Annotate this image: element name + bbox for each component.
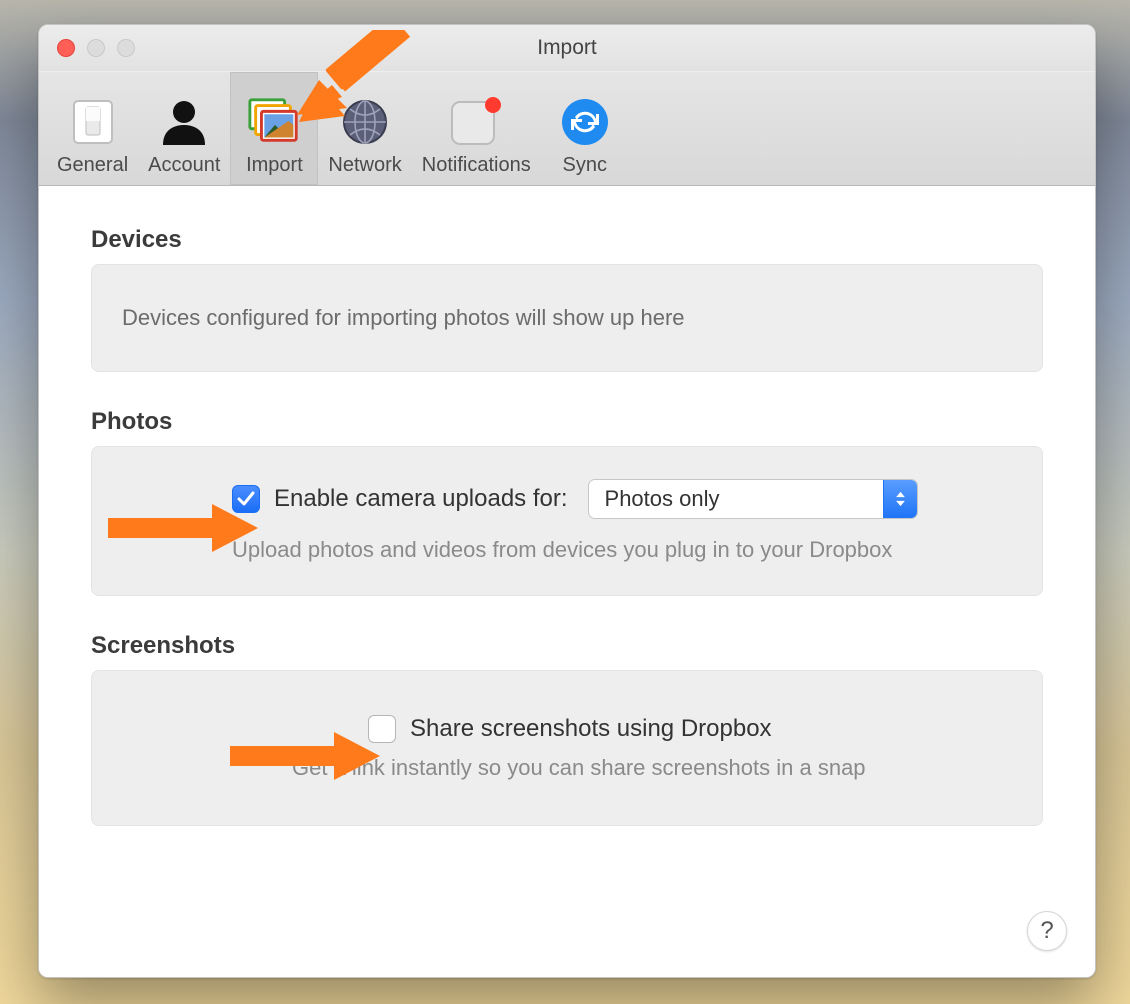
help-button[interactable]: ? bbox=[1027, 911, 1067, 951]
preferences-toolbar: General Account bbox=[39, 71, 1095, 186]
globe-icon bbox=[337, 94, 393, 150]
tab-account[interactable]: Account bbox=[138, 72, 230, 185]
tab-label: Import bbox=[246, 154, 303, 177]
screenshots-help-text: Get a link instantly so you can share sc… bbox=[122, 755, 1012, 781]
switch-icon bbox=[65, 94, 121, 150]
share-screenshots-label: Share screenshots using Dropbox bbox=[410, 715, 772, 743]
camera-uploads-label: Enable camera uploads for: bbox=[274, 485, 568, 513]
tab-sync[interactable]: Sync bbox=[541, 72, 629, 185]
tab-label: General bbox=[57, 154, 128, 177]
tab-label: Notifications bbox=[422, 154, 531, 177]
sync-icon bbox=[557, 94, 613, 150]
devices-placeholder: Devices configured for importing photos … bbox=[122, 305, 685, 330]
window-controls bbox=[57, 39, 135, 57]
tab-label: Sync bbox=[562, 154, 606, 177]
tab-label: Network bbox=[328, 154, 401, 177]
zoom-button[interactable] bbox=[117, 39, 135, 57]
minimize-button[interactable] bbox=[87, 39, 105, 57]
tab-general[interactable]: General bbox=[47, 72, 138, 185]
photos-panel: Enable camera uploads for: Photos only U… bbox=[91, 446, 1043, 596]
devices-panel: Devices configured for importing photos … bbox=[91, 264, 1043, 372]
chevron-updown-icon bbox=[883, 480, 917, 518]
content-pane: Devices Devices configured for importing… bbox=[39, 186, 1095, 977]
preferences-window: Import General Account bbox=[38, 24, 1096, 978]
screenshots-panel: Share screenshots using Dropbox Get a li… bbox=[91, 670, 1043, 826]
photos-heading: Photos bbox=[91, 408, 1043, 436]
notification-badge-icon bbox=[448, 94, 504, 150]
tab-network[interactable]: Network bbox=[318, 72, 411, 185]
titlebar: Import bbox=[39, 25, 1095, 71]
tab-label: Account bbox=[148, 154, 220, 177]
photos-stack-icon bbox=[246, 94, 302, 150]
close-button[interactable] bbox=[57, 39, 75, 57]
tab-import[interactable]: Import bbox=[230, 72, 318, 185]
share-screenshots-checkbox[interactable] bbox=[368, 715, 396, 743]
photos-help-text: Upload photos and videos from devices yo… bbox=[232, 537, 1012, 563]
window-title: Import bbox=[39, 36, 1095, 60]
camera-uploads-checkbox[interactable] bbox=[232, 485, 260, 513]
camera-uploads-select[interactable]: Photos only bbox=[588, 479, 918, 519]
tab-notifications[interactable]: Notifications bbox=[412, 72, 541, 185]
question-mark-icon: ? bbox=[1040, 917, 1053, 945]
devices-heading: Devices bbox=[91, 226, 1043, 254]
screenshots-heading: Screenshots bbox=[91, 632, 1043, 660]
select-value: Photos only bbox=[589, 486, 883, 512]
person-icon bbox=[156, 94, 212, 150]
